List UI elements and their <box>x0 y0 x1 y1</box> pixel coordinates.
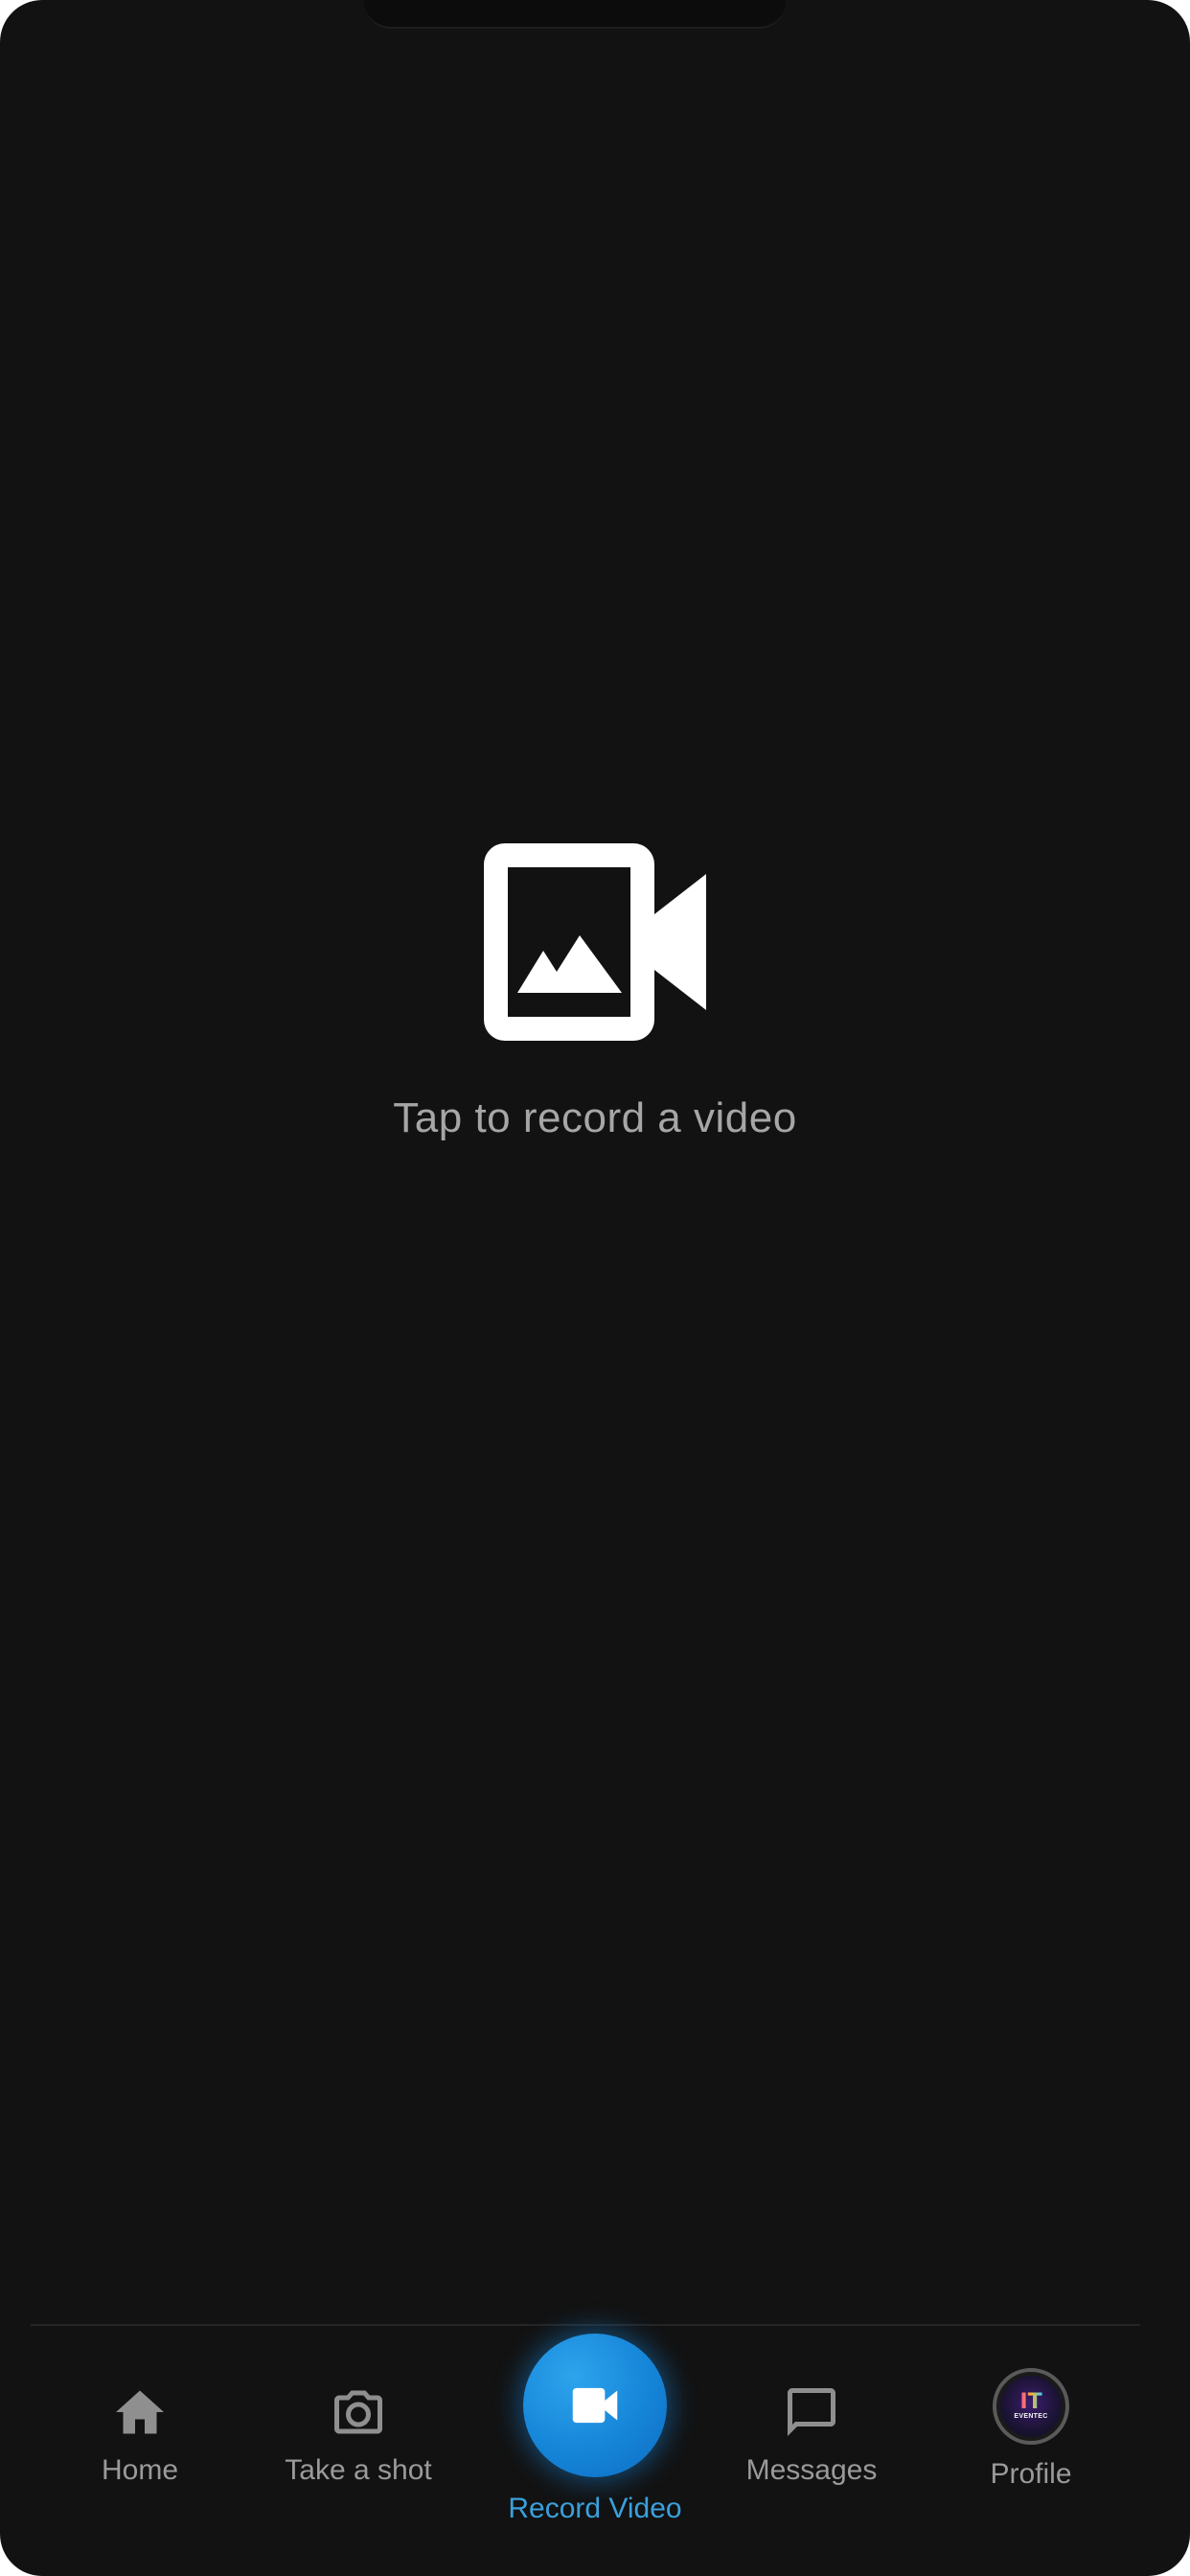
record-video-button[interactable] <box>523 2334 667 2477</box>
videocam-icon <box>572 2387 618 2424</box>
chat-bubble-icon <box>788 2388 835 2436</box>
tab-profile-label: Profile <box>990 2458 1072 2490</box>
empty-state: Tap to record a video <box>0 843 1190 1142</box>
tab-messages-label: Messages <box>745 2454 878 2486</box>
home-icon <box>116 2390 164 2434</box>
avatar: IT EVENTEC <box>993 2368 1069 2445</box>
tab-profile[interactable]: IT EVENTEC Profile <box>926 2326 1136 2576</box>
app-screen: Tap to record a video Home Take a shot R… <box>0 0 1190 2576</box>
empty-state-text: Tap to record a video <box>393 1094 797 1141</box>
tab-take-a-shot[interactable]: Take a shot <box>253 2326 464 2576</box>
tab-record-video[interactable]: Record Video <box>479 2326 711 2576</box>
video-library-icon[interactable] <box>484 843 706 1045</box>
bottom-tab-bar: Home Take a shot Record Video Messages I… <box>0 2326 1190 2576</box>
camera-icon <box>334 2390 382 2434</box>
avatar-logo-text: EVENTEC <box>1014 2413 1048 2420</box>
tab-home-label: Home <box>101 2454 179 2486</box>
avatar-logo: IT EVENTEC <box>1000 2376 1062 2437</box>
avatar-logo-mark: IT <box>1019 2390 1042 2414</box>
tab-record-video-label: Record Video <box>508 2493 682 2524</box>
device-notch <box>364 0 786 29</box>
tab-take-a-shot-label: Take a shot <box>285 2454 432 2486</box>
tab-home[interactable]: Home <box>34 2326 245 2576</box>
tab-messages[interactable]: Messages <box>706 2326 917 2576</box>
